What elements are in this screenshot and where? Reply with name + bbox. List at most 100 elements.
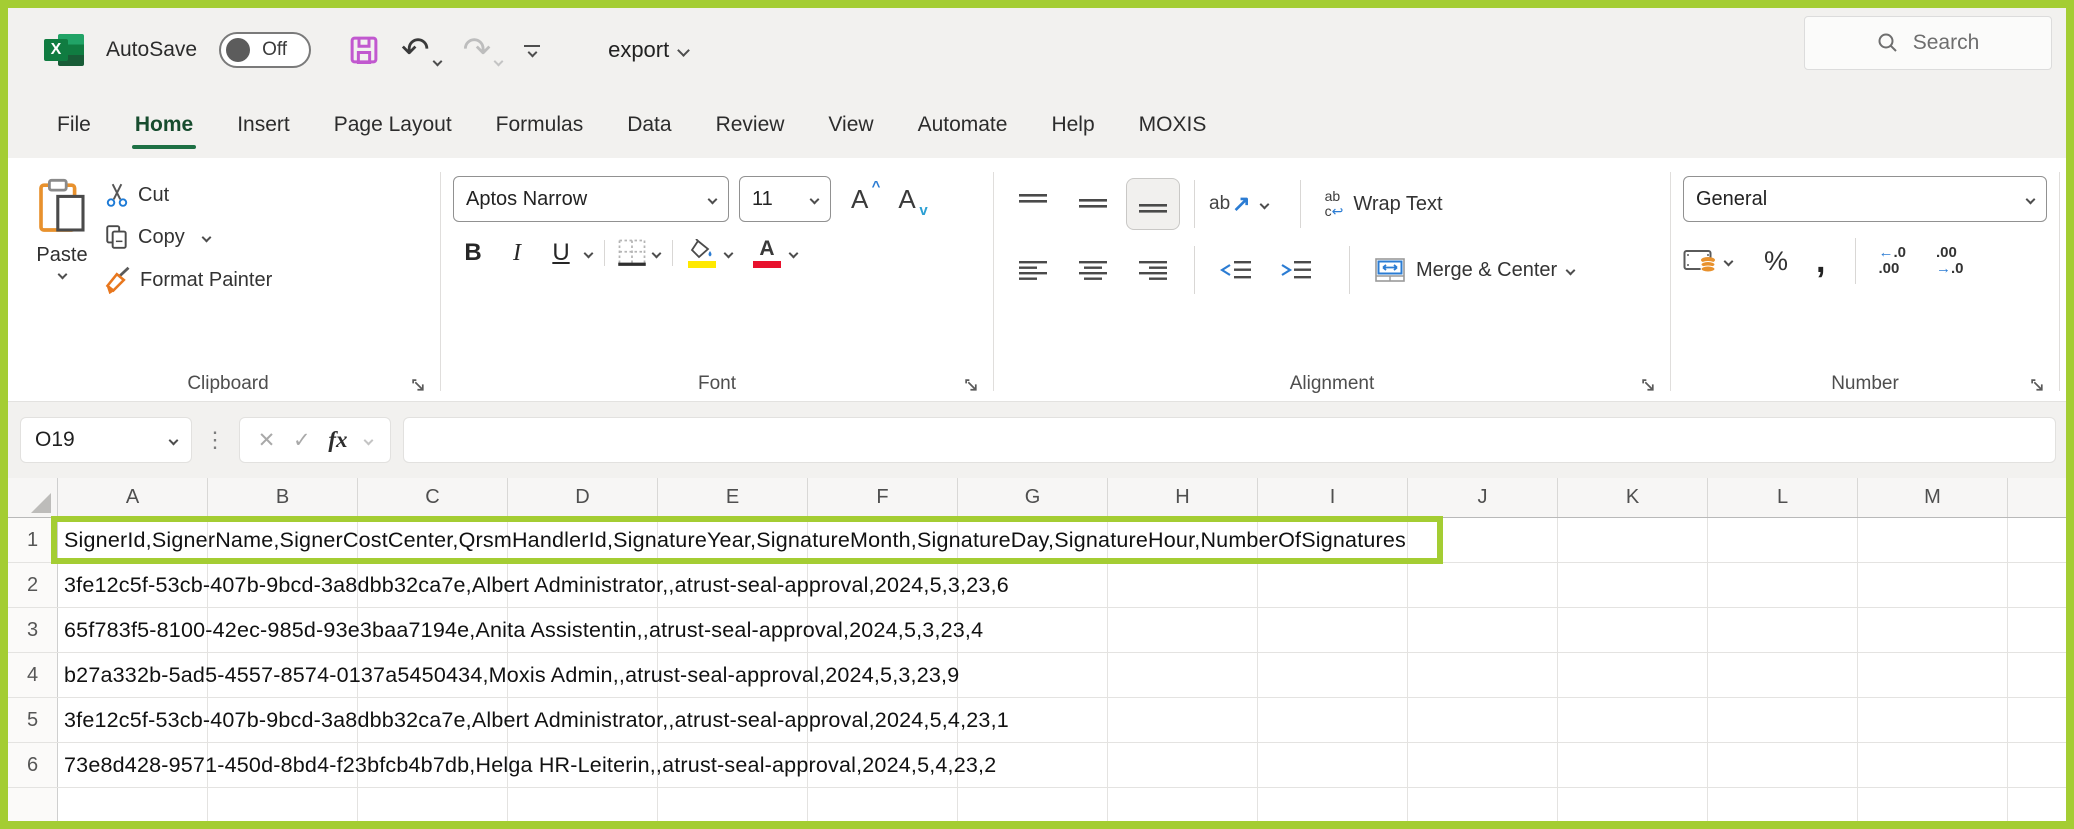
format-painter-button[interactable]: Format Painter <box>104 266 272 294</box>
increase-indent-button[interactable] <box>1269 244 1323 296</box>
cut-button[interactable]: Cut <box>104 182 272 208</box>
alignment-dialog-launcher-icon[interactable] <box>1641 378 1656 393</box>
font-size-select[interactable]: 11 <box>739 176 831 222</box>
row-number[interactable]: 2 <box>8 563 58 607</box>
clipboard-dialog-launcher-icon[interactable] <box>411 378 426 393</box>
align-center-button[interactable] <box>1066 244 1120 296</box>
column-header[interactable]: G <box>958 478 1108 517</box>
row-cells[interactable]: SignerId,SignerName,SignerCostCenter,Qrs… <box>58 518 2066 562</box>
row-cells[interactable]: b27a332b-5ad5-4557-8574-0137a5450434,Mox… <box>58 653 2066 697</box>
column-header[interactable]: F <box>808 478 958 517</box>
ribbon-tab[interactable]: MOXIS <box>1118 99 1228 151</box>
ribbon-tab[interactable]: Insert <box>216 99 311 151</box>
column-header[interactable]: C <box>358 478 508 517</box>
autosave-label: AutoSave <box>106 38 197 62</box>
percent-style-button[interactable]: % <box>1764 246 1788 277</box>
column-header[interactable]: M <box>1858 478 2008 517</box>
align-left-button[interactable] <box>1006 244 1060 296</box>
font-dialog-launcher-icon[interactable] <box>964 378 979 393</box>
ribbon-tab[interactable]: Formulas <box>475 99 605 151</box>
column-header[interactable]: K <box>1558 478 1708 517</box>
borders-button[interactable] <box>617 238 660 268</box>
row-number[interactable]: 5 <box>8 698 58 742</box>
row-number[interactable]: 1 <box>8 518 58 562</box>
accounting-format-button[interactable] <box>1683 247 1732 275</box>
save-button[interactable] <box>349 35 379 65</box>
ribbon-tab[interactable]: Help <box>1030 99 1115 151</box>
underline-chevron-icon[interactable] <box>584 248 594 258</box>
select-all-button[interactable] <box>8 478 58 517</box>
formula-input[interactable] <box>403 417 2056 463</box>
column-header[interactable]: H <box>1108 478 1258 517</box>
ribbon-tab[interactable]: File <box>36 99 112 151</box>
column-header[interactable]: B <box>208 478 358 517</box>
column-header[interactable]: E <box>658 478 808 517</box>
orientation-button[interactable]: ab ↗ <box>1209 191 1268 217</box>
name-box[interactable]: O19 <box>20 417 192 463</box>
copy-button[interactable]: Copy <box>104 224 272 250</box>
top-align-button[interactable] <box>1006 178 1060 230</box>
increase-decimal-button[interactable]: ←.0 .00 <box>1878 245 1906 277</box>
column-header[interactable]: D <box>508 478 658 517</box>
cell-text: 3fe12c5f-53cb-407b-9bcd-3a8dbb32ca7e,Alb… <box>58 708 1009 733</box>
column-header[interactable]: N <box>2008 478 2066 517</box>
group-separator <box>1670 172 1671 391</box>
undo-button[interactable]: ↶ <box>401 35 441 65</box>
row-number[interactable]: 4 <box>8 653 58 697</box>
paste-button[interactable]: Paste <box>28 172 104 367</box>
ribbon-tab-label: Automate <box>918 113 1008 136</box>
comma-style-button[interactable]: , <box>1816 251 1825 271</box>
excel-logo-icon[interactable]: X <box>44 31 84 69</box>
font-color-button[interactable]: A <box>750 239 797 268</box>
ribbon-tab-label: Formulas <box>496 113 584 136</box>
insert-function-button[interactable]: fx <box>328 427 347 453</box>
ribbon-tab[interactable]: Home <box>114 99 214 151</box>
number-dialog-launcher-icon[interactable] <box>2030 378 2045 393</box>
fill-color-button[interactable] <box>685 239 732 268</box>
decrease-decimal-button[interactable]: .00 →.0 <box>1936 245 1964 277</box>
row-cells[interactable]: 73e8d428-9571-450d-8bd4-f23bfcb4b7db,Hel… <box>58 743 2066 787</box>
middle-align-button[interactable] <box>1066 178 1120 230</box>
bold-button[interactable]: B <box>453 239 493 267</box>
wrap-text-label: Wrap Text <box>1353 193 1442 216</box>
ribbon-tab[interactable]: Automate <box>897 99 1029 151</box>
number-format-select[interactable]: General <box>1683 176 2047 222</box>
enter-button[interactable]: ✓ <box>293 428 311 453</box>
workbook-title[interactable]: export <box>608 37 688 63</box>
vertical-dots-handle[interactable]: ⋮ <box>204 427 227 453</box>
italic-button[interactable]: I <box>497 240 537 267</box>
column-header[interactable]: A <box>58 478 208 517</box>
increase-font-size-button[interactable]: A^ <box>851 184 868 215</box>
cancel-button[interactable]: ✕ <box>258 428 276 453</box>
font-size-value: 11 <box>752 188 773 211</box>
increase-indent-icon <box>1280 259 1312 281</box>
search-box[interactable]: Search <box>1804 16 2052 70</box>
row-cells[interactable]: 3fe12c5f-53cb-407b-9bcd-3a8dbb32ca7e,Alb… <box>58 698 2066 742</box>
column-header[interactable]: I <box>1258 478 1408 517</box>
align-right-button[interactable] <box>1126 244 1180 296</box>
decrease-indent-button[interactable] <box>1209 244 1263 296</box>
redo-button[interactable]: ↷ <box>463 35 503 65</box>
row-number[interactable]: 6 <box>8 743 58 787</box>
font-name-select[interactable]: Aptos Narrow <box>453 176 729 222</box>
bottom-align-button[interactable] <box>1126 178 1180 230</box>
wrap-text-button[interactable]: ab c↩ Wrap Text <box>1325 189 1443 219</box>
column-header[interactable]: J <box>1408 478 1558 517</box>
decrease-font-size-button[interactable]: Av <box>898 184 915 215</box>
ribbon-tab[interactable]: View <box>807 99 894 151</box>
save-icon <box>349 35 379 65</box>
ribbon-tab[interactable]: Data <box>606 99 692 151</box>
empty-grid-row[interactable] <box>8 788 2066 821</box>
customize-quick-access-toolbar-button[interactable] <box>524 45 540 56</box>
row-number[interactable]: 3 <box>8 608 58 652</box>
ribbon-tab[interactable]: Review <box>695 99 806 151</box>
ribbon-tab[interactable]: Page Layout <box>313 99 473 151</box>
column-header[interactable]: L <box>1708 478 1858 517</box>
name-box-chevron-icon <box>169 435 179 445</box>
merge-center-button[interactable]: Merge & Center <box>1374 257 1574 283</box>
row-cells[interactable]: 3fe12c5f-53cb-407b-9bcd-3a8dbb32ca7e,Alb… <box>58 563 2066 607</box>
row-cells[interactable]: 65f783f5-8100-42ec-985d-93e3baa7194e,Ani… <box>58 608 2066 652</box>
underline-button[interactable]: U <box>541 239 581 267</box>
autosave-toggle[interactable]: Off <box>219 32 311 68</box>
chevron-down-icon <box>708 194 718 204</box>
